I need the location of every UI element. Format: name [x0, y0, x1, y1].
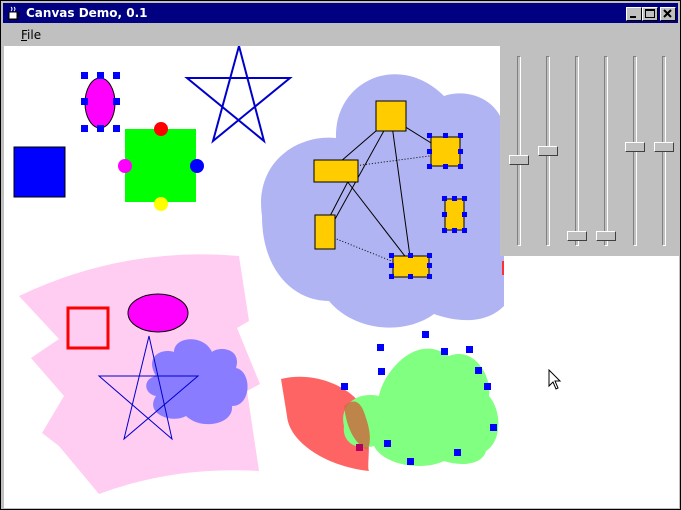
maximize-button[interactable]: [642, 7, 658, 21]
mouse-pointer-icon: [548, 369, 562, 390]
slider-4-thumb[interactable]: [596, 231, 616, 241]
magenta-ellipse-bottom[interactable]: [127, 293, 189, 333]
menu-file[interactable]: File: [15, 26, 47, 44]
drawing-canvas[interactable]: [4, 46, 679, 508]
slider-6[interactable]: [654, 56, 674, 246]
app-window: Canvas Demo, 0.1 File: [0, 0, 681, 510]
slider-3[interactable]: [567, 56, 587, 246]
green-square-shape[interactable]: [125, 129, 196, 202]
red-connector[interactable]: [154, 122, 168, 136]
slider-1[interactable]: [509, 56, 529, 246]
close-button[interactable]: [660, 7, 676, 21]
slider-3-thumb[interactable]: [567, 231, 587, 241]
title-bar[interactable]: Canvas Demo, 0.1: [3, 3, 678, 23]
slider-3-track: [575, 56, 579, 246]
slider-1-thumb[interactable]: [509, 155, 529, 165]
maximize-icon: [645, 9, 655, 18]
slider-5[interactable]: [625, 56, 645, 246]
coffee-cup-icon: [8, 6, 20, 20]
minimize-icon: [630, 16, 636, 18]
slider-5-thumb[interactable]: [625, 142, 645, 152]
slider-panel: [500, 46, 679, 256]
slider-4[interactable]: [596, 56, 616, 246]
blue-star-shape[interactable]: [184, 46, 293, 144]
slider-2[interactable]: [538, 56, 558, 246]
window-title: Canvas Demo, 0.1: [26, 6, 148, 20]
minimize-button[interactable]: [626, 7, 642, 21]
red-marker: [502, 261, 504, 275]
menu-file-label: ile: [27, 28, 42, 42]
menu-bar: File: [3, 25, 678, 45]
magenta-connector[interactable]: [118, 159, 132, 173]
yellow-connector[interactable]: [154, 197, 168, 211]
magenta-ellipse-top[interactable]: [84, 77, 116, 129]
slider-1-track: [517, 56, 521, 246]
blue-square-shape[interactable]: [13, 146, 66, 198]
slider-2-thumb[interactable]: [538, 146, 558, 156]
slider-4-track: [604, 56, 608, 246]
close-icon: [663, 9, 672, 18]
blue-connector[interactable]: [190, 159, 204, 173]
slider-6-thumb[interactable]: [654, 142, 674, 152]
